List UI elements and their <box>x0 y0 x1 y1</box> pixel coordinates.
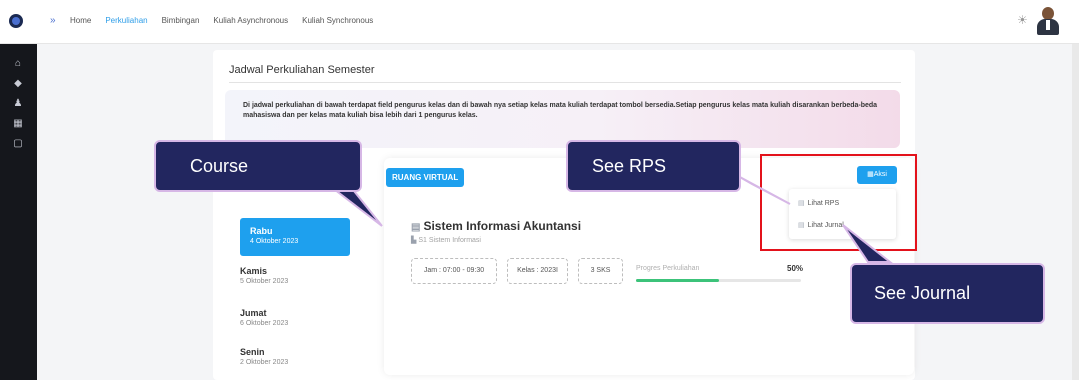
callout-rps: See RPS <box>566 140 741 192</box>
callout-course-text: Course <box>190 155 249 176</box>
callout-course: Course <box>154 140 362 192</box>
course-pointer <box>327 185 383 227</box>
callout-rps-text: See RPS <box>592 155 667 176</box>
callout-journal: See Journal <box>850 263 1045 324</box>
rps-pointer <box>737 175 791 205</box>
journal-pointer <box>842 224 893 263</box>
callout-journal-text: See Journal <box>874 283 971 303</box>
